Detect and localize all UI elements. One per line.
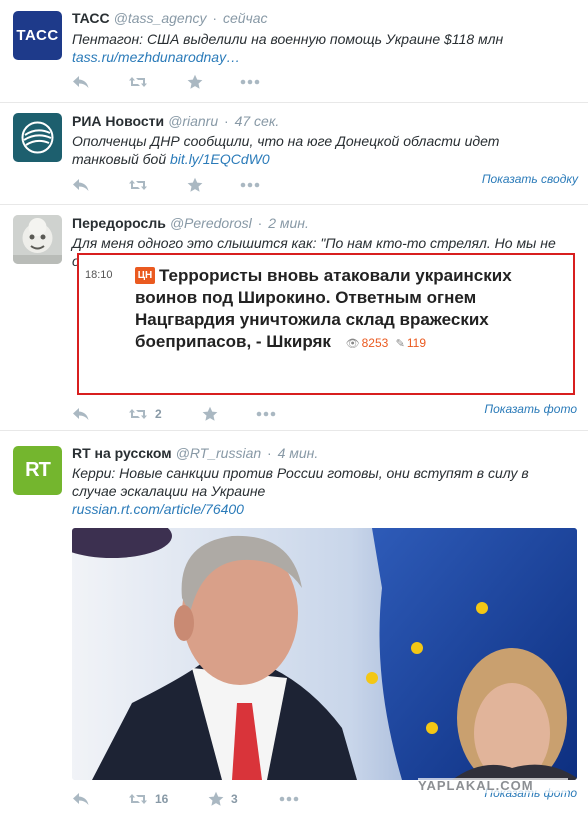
author-username[interactable]: @rianru bbox=[168, 113, 218, 129]
tweet-text-block: Ополченцы ДНР сообщили, что на юге Донец… bbox=[72, 132, 512, 168]
card-headline-block: Террористы вновь атаковали украинских во… bbox=[135, 265, 567, 355]
press-conference-photo bbox=[72, 528, 577, 780]
separator: · bbox=[257, 215, 263, 231]
tweet-text-block: Пентагон: США выделили на военную помощь… bbox=[72, 30, 577, 66]
retweet-icon bbox=[129, 180, 147, 190]
author-username[interactable]: @Peredorosl bbox=[170, 215, 252, 231]
author-username[interactable]: @RT_russian bbox=[176, 445, 262, 461]
avatar[interactable] bbox=[13, 215, 62, 264]
tweet-link[interactable]: bit.ly/1EQCdW0 bbox=[170, 151, 270, 167]
card-stats: 👁 8253 ✎ 119 bbox=[342, 336, 426, 350]
favorite-button[interactable] bbox=[187, 175, 203, 195]
watermark: YAPLAKAL.COM bbox=[418, 778, 568, 793]
rt-logo: RT bbox=[25, 459, 51, 481]
tweet-text-block: Керри: Новые санкции против России готов… bbox=[72, 464, 542, 518]
more-button[interactable] bbox=[256, 404, 276, 424]
retweet-icon bbox=[129, 794, 147, 804]
favorite-button[interactable] bbox=[202, 404, 218, 424]
retweet-count: 2 bbox=[155, 407, 162, 421]
tweet-actions bbox=[72, 175, 577, 195]
reply-button[interactable] bbox=[72, 175, 90, 195]
tweet-tass[interactable]: ТАСС ТАСС @tass_agency · сейчас Пентагон:… bbox=[0, 0, 588, 103]
avatar[interactable] bbox=[13, 113, 62, 162]
more-button[interactable] bbox=[240, 72, 260, 92]
tweet-actions: 2 bbox=[72, 404, 577, 424]
views-count: 8253 bbox=[361, 336, 389, 350]
separator: · bbox=[267, 445, 272, 461]
comment-icon: ✎ bbox=[395, 338, 405, 350]
reply-icon bbox=[73, 408, 89, 420]
retweet-count: 16 bbox=[155, 792, 169, 806]
tweet-actions bbox=[72, 72, 577, 92]
ria-logo bbox=[21, 121, 54, 154]
author-username[interactable]: @tass_agency bbox=[114, 10, 207, 26]
separator: · bbox=[224, 113, 229, 129]
star-icon bbox=[202, 406, 218, 421]
more-icon bbox=[256, 411, 276, 417]
timestamp[interactable]: сейчас bbox=[223, 10, 268, 26]
snowman-avatar bbox=[13, 215, 62, 264]
retweet-icon bbox=[129, 409, 147, 419]
more-icon bbox=[279, 796, 299, 802]
star-icon bbox=[187, 74, 203, 89]
more-icon bbox=[240, 182, 260, 188]
timestamp[interactable]: 47 сек. bbox=[235, 113, 280, 129]
tweet-text: Ополченцы ДНР сообщили, что на юге Донец… bbox=[72, 133, 500, 167]
more-button[interactable] bbox=[279, 789, 299, 809]
author-name[interactable]: RT на русском bbox=[72, 445, 172, 461]
retweet-icon bbox=[129, 77, 147, 87]
avatar[interactable]: ТАСС bbox=[13, 11, 62, 60]
timestamp[interactable]: 2 мин. bbox=[268, 215, 309, 231]
tweet-photo[interactable] bbox=[72, 528, 577, 780]
tass-logo: ТАСС bbox=[16, 27, 59, 44]
tweet-text: Пентагон: США выделили на военную помощь… bbox=[72, 31, 504, 47]
avatar[interactable]: RT bbox=[13, 446, 62, 495]
author-name[interactable]: РИА Новости bbox=[72, 113, 164, 129]
tweet-link[interactable]: russian.rt.com/article/76400 bbox=[72, 501, 244, 517]
star-icon bbox=[187, 177, 203, 192]
reply-button[interactable] bbox=[72, 72, 90, 92]
eye-icon: 👁 bbox=[345, 338, 360, 350]
reply-icon bbox=[73, 793, 89, 805]
separator: · bbox=[212, 10, 218, 26]
favorite-button[interactable]: 3 bbox=[208, 789, 238, 809]
favorite-count: 3 bbox=[231, 792, 238, 806]
reply-button[interactable] bbox=[72, 789, 90, 809]
reply-icon bbox=[73, 76, 89, 88]
author-name[interactable]: ТАСС bbox=[72, 10, 110, 26]
card-time: 18:10 bbox=[85, 269, 113, 281]
retweet-button[interactable] bbox=[128, 175, 148, 195]
comments-count: 119 bbox=[406, 336, 427, 350]
favorite-button[interactable] bbox=[187, 72, 203, 92]
reply-button[interactable] bbox=[72, 404, 90, 424]
star-icon bbox=[208, 791, 224, 806]
timestamp[interactable]: 4 мин. bbox=[278, 445, 319, 461]
tweet-ria[interactable]: РИА Новости @rianru · 47 сек. Ополченцы Д… bbox=[0, 103, 588, 205]
retweet-button[interactable]: 2 bbox=[128, 404, 162, 424]
reply-icon bbox=[73, 179, 89, 191]
card-headline: Террористы вновь атаковали украинских во… bbox=[135, 266, 512, 351]
retweet-button[interactable]: 16 bbox=[128, 789, 168, 809]
tweet-link[interactable]: tass.ru/mezhdunarodnay… bbox=[72, 49, 240, 65]
tweet-text: Керри: Новые санкции против России готов… bbox=[72, 465, 529, 499]
retweet-button[interactable] bbox=[128, 72, 148, 92]
embedded-news-card[interactable]: 18:10 ЦН Террористы вновь атаковали укра… bbox=[77, 253, 575, 395]
more-button[interactable] bbox=[240, 175, 260, 195]
more-icon bbox=[240, 79, 260, 85]
author-name[interactable]: Передоросль bbox=[72, 215, 166, 231]
